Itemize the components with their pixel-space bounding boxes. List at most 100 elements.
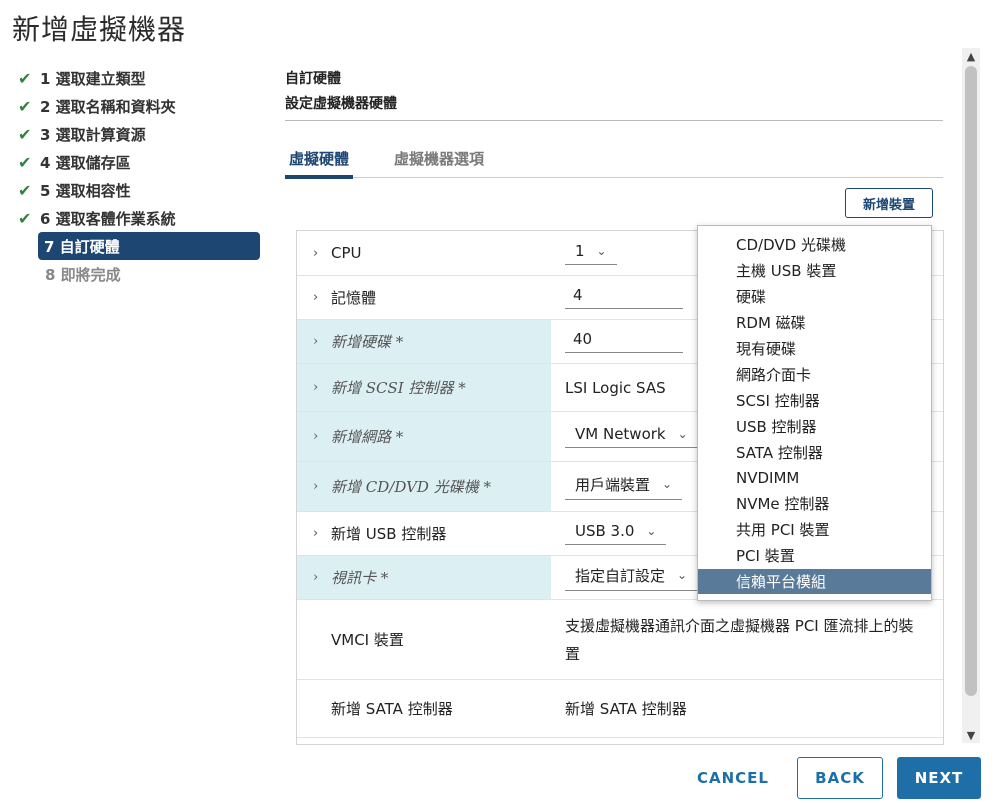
hardware-label-text: VMCI 裝置 [331, 631, 404, 649]
hardware-input[interactable]: 40 [565, 330, 683, 353]
hardware-label-text: CPU [331, 244, 362, 262]
divider [285, 120, 943, 121]
menu-item[interactable]: SATA 控制器 [698, 439, 931, 465]
hardware-select-value: VM Network [575, 425, 666, 443]
chevron-right-icon[interactable]: › [313, 526, 331, 541]
wizard-step-label: 2 選取名稱和資料夾 [40, 97, 176, 116]
chevron-right-icon[interactable]: › [313, 429, 331, 444]
page-subtitle: 設定虛擬機器硬體 [285, 96, 397, 112]
check-icon: ✔ [18, 96, 32, 116]
check-icon: ✔ [18, 208, 32, 228]
chevron-down-icon: ⌄ [646, 524, 657, 538]
menu-item[interactable]: 網路介面卡 [698, 361, 931, 387]
add-device-menu: CD/DVD 光碟機 主機 USB 裝置 硬碟 RDM 磁碟 現有硬碟 網路介面卡 SCSI… [697, 225, 932, 601]
menu-item[interactable]: NVDIMM [698, 465, 931, 491]
menu-item[interactable]: 信賴平台模組 [698, 568, 931, 595]
hardware-label-text: 新增網路 * [331, 428, 404, 446]
table-row[interactable]: 新增 SATA 控制器 新增 SATA 控制器 [297, 680, 943, 738]
menu-item[interactable]: 硬碟 [698, 284, 931, 310]
hardware-label: › 視訊卡 * [297, 556, 551, 599]
hardware-select[interactable]: VM Network ⌄ [565, 425, 698, 448]
chevron-right-icon[interactable]: › [313, 246, 331, 261]
table-row[interactable]: VMCI 裝置 支援虛擬機器通訊介面之虛擬機器 PCI 匯流排上的裝置 [297, 600, 943, 680]
hardware-label: › CPU [297, 231, 551, 275]
menu-item[interactable]: 主機 USB 裝置 [698, 258, 931, 284]
menu-item[interactable]: 共用 PCI 裝置 [698, 517, 931, 543]
table-row[interactable]: ›其他其他硬體 [297, 738, 943, 745]
wizard-steps: ✔ 1 選取建立類型 ✔ 2 選取名稱和資料夾 ✔ 3 選取計算資源 ✔ 4 選取儲存區 ✔ 5 … [18, 64, 264, 288]
chevron-down-icon: ⌄ [677, 568, 688, 582]
scrollbar-thumb[interactable] [965, 66, 977, 696]
hardware-input[interactable]: 4 [565, 286, 683, 309]
page-title: 自訂硬體 [285, 71, 341, 87]
hardware-value: 4 [565, 276, 683, 319]
chevron-right-icon[interactable]: › [313, 570, 331, 585]
wizard-step: 8 即將完成 [18, 260, 264, 288]
hardware-value: 指定自訂設定 ⌄ [565, 556, 698, 599]
tab-bar: 虛擬硬體 虛擬機器選項 [285, 148, 943, 179]
wizard-step[interactable]: ✔ 4 選取儲存區 [18, 148, 264, 176]
chevron-right-icon[interactable]: › [313, 380, 331, 395]
scrollbar[interactable]: ▲ ▼ [962, 48, 980, 743]
menu-item[interactable]: USB 控制器 [698, 413, 931, 439]
menu-item[interactable]: 現有硬碟 [698, 336, 931, 362]
hardware-label: › 新增硬碟 * [297, 320, 551, 363]
hardware-label-text: 視訊卡 * [331, 569, 389, 587]
back-button[interactable]: BACK [797, 757, 883, 799]
wizard-step-label: 6 選取客體作業系統 [40, 209, 176, 228]
hardware-label-text: 新增 CD/DVD 光碟機 * [331, 478, 491, 496]
chevron-right-icon[interactable]: › [313, 479, 331, 494]
wizard-step[interactable]: 7 自訂硬體 [38, 232, 260, 260]
hardware-label: › 新增 USB 控制器 [297, 512, 551, 555]
menu-item[interactable]: NVMe 控制器 [698, 491, 931, 517]
add-device-button[interactable]: 新增裝置 [845, 188, 933, 218]
hardware-value: USB 3.0 ⌄ [565, 512, 667, 555]
cancel-button[interactable]: CANCEL [688, 757, 778, 799]
hardware-value: 支援虛擬機器通訊介面之虛擬機器 PCI 匯流排上的裝置 [565, 600, 915, 679]
hardware-select[interactable]: 用戶端裝置 ⌄ [565, 474, 683, 500]
menu-item[interactable]: PCI 裝置 [698, 543, 931, 569]
hardware-value: 40 [565, 320, 683, 363]
chevron-down-icon: ⌄ [662, 477, 673, 491]
hardware-label: 新增 SATA 控制器 [297, 680, 551, 737]
wizard-step[interactable]: ✔ 2 選取名稱和資料夾 [18, 92, 264, 120]
hardware-value: 其他硬體 [565, 738, 915, 745]
hardware-label: ›其他 [297, 738, 551, 744]
hardware-label: › 新增 CD/DVD 光碟機 * [297, 462, 551, 511]
hardware-value: 1 ⌄ [565, 231, 617, 275]
wizard-step[interactable]: ✔ 6 選取客體作業系統 [18, 204, 264, 232]
next-button[interactable]: NEXT [897, 757, 981, 799]
hardware-value: 用戶端裝置 ⌄ [565, 462, 683, 511]
chevron-down-icon: ⌄ [596, 243, 607, 258]
hardware-select[interactable]: 1 ⌄ [565, 242, 617, 265]
tab-vm-options[interactable]: 虛擬機器選項 [390, 148, 488, 175]
menu-item[interactable]: CD/DVD 光碟機 [698, 232, 931, 258]
scroll-up-icon[interactable]: ▲ [962, 48, 980, 64]
wizard-step-label: 3 選取計算資源 [40, 125, 146, 144]
hardware-label: VMCI 裝置 [297, 600, 551, 679]
wizard-step-label: 8 即將完成 [45, 265, 121, 284]
tab-virtual-hardware[interactable]: 虛擬硬體 [285, 148, 354, 179]
wizard-step-label: 4 選取儲存區 [40, 153, 131, 172]
hardware-select[interactable]: 指定自訂設定 ⌄ [565, 565, 698, 591]
hardware-select[interactable]: USB 3.0 ⌄ [565, 522, 667, 545]
hardware-label: › 新增網路 * [297, 412, 551, 461]
wizard-step-label: 5 選取相容性 [40, 181, 131, 200]
hardware-value: 新增 SATA 控制器 [565, 680, 915, 737]
hardware-label-text: 新增 SCSI 控制器 * [331, 379, 466, 397]
wizard-step[interactable]: ✔ 5 選取相容性 [18, 176, 264, 204]
wizard-step[interactable]: ✔ 1 選取建立類型 [18, 64, 264, 92]
check-icon: ✔ [18, 68, 32, 88]
menu-item[interactable]: SCSI 控制器 [698, 387, 931, 413]
chevron-right-icon[interactable]: › [313, 290, 331, 305]
menu-item[interactable]: RDM 磁碟 [698, 310, 931, 336]
hardware-label: › 新增 SCSI 控制器 * [297, 364, 551, 411]
hardware-value-text: 新增 SATA 控制器 [565, 699, 687, 718]
scroll-down-icon[interactable]: ▼ [962, 727, 980, 743]
hardware-select-value: 1 [575, 241, 585, 260]
hardware-label-text: 記憶體 [331, 289, 377, 307]
hardware-label-text: 新增 USB 控制器 [331, 525, 447, 543]
wizard-step[interactable]: ✔ 3 選取計算資源 [18, 120, 264, 148]
hardware-value-text: 其他硬體 [565, 744, 915, 745]
chevron-right-icon[interactable]: › [313, 334, 331, 349]
